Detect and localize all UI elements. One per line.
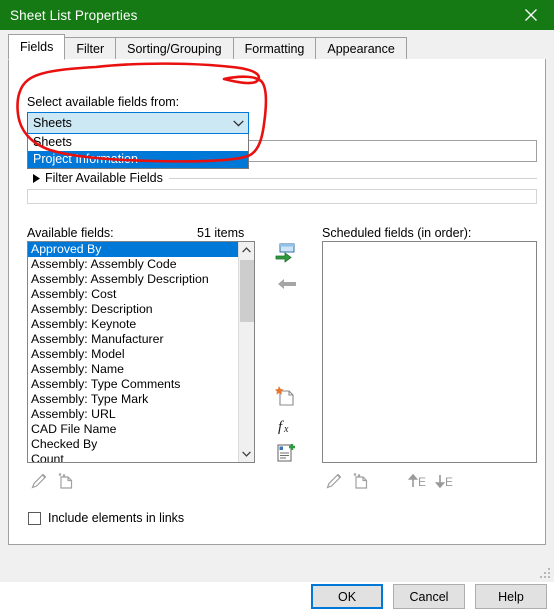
list-item[interactable]: Assembly: Cost (28, 287, 238, 302)
available-fields-scrollbar[interactable] (238, 242, 254, 462)
window-title: Sheet List Properties (10, 7, 138, 23)
filter-section-rule (168, 177, 537, 179)
list-item[interactable]: Assembly: Manufacturer (28, 332, 238, 347)
delete-page-icon (352, 472, 370, 493)
list-item[interactable]: Assembly: Name (28, 362, 238, 377)
title-bar: Sheet List Properties (0, 0, 554, 30)
available-fields-source-dropdown[interactable]: Sheets Project Information (27, 134, 249, 169)
tab-appearance[interactable]: Appearance (315, 37, 407, 59)
tab-fields[interactable]: Fields (8, 34, 66, 60)
pencil-icon (30, 472, 48, 493)
fx-icon: f x (275, 417, 297, 438)
available-fields-count: 51 items (197, 226, 245, 240)
list-item[interactable]: Assembly: Assembly Description (28, 272, 238, 287)
tab-filter[interactable]: Filter (64, 37, 117, 59)
combobox-value: Sheets (33, 116, 72, 130)
svg-text:E: E (418, 475, 426, 489)
add-field-button[interactable] (272, 242, 300, 266)
svg-text:E: E (445, 475, 453, 489)
move-up-icon: E (407, 473, 428, 492)
delete-field-button[interactable] (55, 471, 77, 493)
dropdown-option-project-information[interactable]: Project Information (28, 151, 248, 168)
chevron-up-icon[interactable] (239, 242, 254, 258)
available-fields-label: Available fields: (27, 226, 114, 240)
add-parameter-icon (275, 243, 297, 266)
include-elements-in-links-row[interactable]: Include elements in links (28, 511, 184, 525)
move-down-button[interactable]: E (434, 471, 456, 493)
tab-strip: Fields Filter Sorting/Grouping Formattin… (8, 34, 546, 60)
calculated-value-button[interactable]: f x (272, 415, 300, 439)
include-elements-in-links-label: Include elements in links (48, 511, 185, 525)
list-item[interactable]: Approved By (28, 242, 238, 257)
ok-button-label: OK (337, 589, 357, 604)
filter-available-fields-toggle[interactable]: Filter Available Fields (27, 169, 537, 187)
help-button[interactable]: Help (475, 584, 547, 609)
move-down-icon: E (434, 473, 455, 492)
pencil-icon (325, 472, 343, 493)
list-item[interactable]: CAD File Name (28, 422, 238, 437)
available-fields-list[interactable]: Approved By Assembly: Assembly Code Asse… (27, 241, 255, 463)
list-item[interactable]: Assembly: Type Mark (28, 392, 238, 407)
list-item[interactable]: Assembly: Assembly Code (28, 257, 238, 272)
list-item[interactable]: Assembly: Model (28, 347, 238, 362)
remove-field-button[interactable] (272, 274, 300, 298)
tab-formatting-label: Formatting (244, 41, 305, 56)
cancel-button-label: Cancel (409, 589, 449, 604)
list-item[interactable]: Checked By (28, 437, 238, 452)
close-icon[interactable] (508, 0, 554, 30)
combine-parameters-button[interactable] (272, 442, 300, 466)
tab-appearance-label: Appearance (327, 41, 395, 56)
ok-button[interactable]: OK (311, 584, 383, 609)
delete-scheduled-button[interactable] (350, 471, 372, 493)
edit-scheduled-button[interactable] (323, 471, 345, 493)
combine-parameters-icon (275, 442, 297, 467)
cancel-button[interactable]: Cancel (393, 584, 465, 609)
dialog-body: Fields Filter Sorting/Grouping Formattin… (0, 30, 554, 609)
new-parameter-icon (275, 385, 297, 410)
include-elements-in-links-checkbox[interactable] (28, 511, 41, 525)
chevron-down-icon[interactable] (228, 119, 248, 127)
available-fields-list-items: Approved By Assembly: Assembly Code Asse… (28, 242, 238, 462)
scrollbar-thumb[interactable] (240, 260, 254, 322)
select-fields-from-label: Select available fields from: (27, 95, 180, 109)
resize-grip[interactable] (540, 568, 552, 580)
remove-parameter-icon (275, 277, 297, 296)
fields-tab-panel: Select available fields from: Filter Ava… (8, 59, 546, 545)
tab-sorting-grouping[interactable]: Sorting/Grouping (115, 37, 234, 59)
tab-fields-label: Fields (20, 40, 54, 54)
list-item[interactable]: Assembly: Type Comments (28, 377, 238, 392)
help-button-label: Help (498, 589, 524, 604)
move-up-button[interactable]: E (407, 471, 429, 493)
filter-available-fields-label: Filter Available Fields (45, 171, 163, 185)
new-parameter-button[interactable] (272, 385, 300, 409)
edit-field-button[interactable] (28, 471, 50, 493)
dropdown-option-sheets[interactable]: Sheets (28, 134, 248, 151)
filter-available-fields-box (27, 189, 537, 204)
scheduled-fields-list[interactable] (322, 241, 537, 463)
tab-filter-label: Filter (76, 41, 105, 56)
scheduled-fields-label: Scheduled fields (in order): (322, 226, 472, 240)
tab-formatting[interactable]: Formatting (232, 37, 317, 59)
delete-page-icon (57, 472, 75, 493)
triangle-right-icon (27, 173, 45, 183)
svg-text:x: x (283, 424, 289, 435)
list-item[interactable]: Assembly: Keynote (28, 317, 238, 332)
list-item[interactable]: Assembly: Description (28, 302, 238, 317)
list-item[interactable]: Assembly: URL (28, 407, 238, 422)
tab-sorting-grouping-label: Sorting/Grouping (127, 41, 222, 56)
list-item[interactable]: Count (28, 452, 238, 462)
available-fields-source-combobox[interactable]: Sheets (27, 112, 249, 134)
chevron-down-icon[interactable] (239, 446, 254, 462)
